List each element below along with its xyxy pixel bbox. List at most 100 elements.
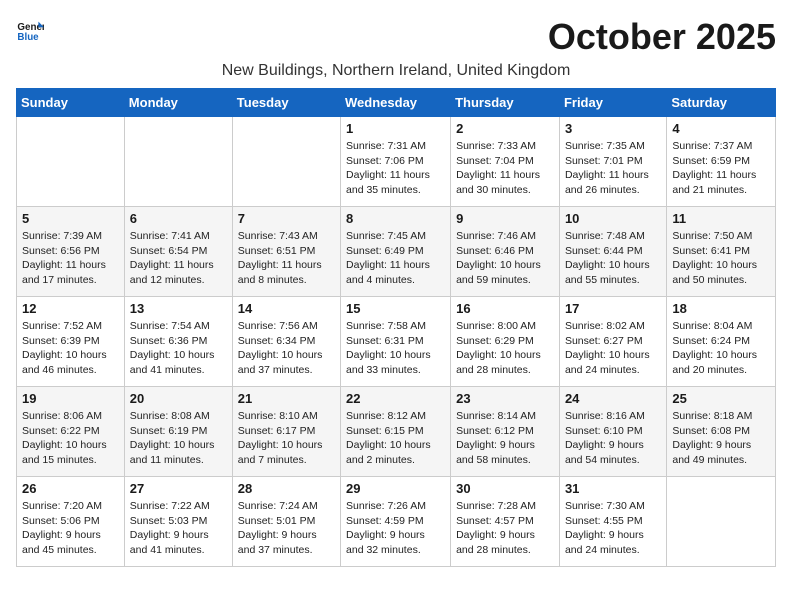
day-detail: Sunrise: 7:24 AMSunset: 5:01 PMDaylight:…: [238, 499, 335, 558]
calendar-table: Sunday Monday Tuesday Wednesday Thursday…: [16, 88, 776, 567]
calendar-cell: 1 Sunrise: 7:31 AMSunset: 7:06 PMDaylight…: [341, 117, 451, 207]
day-detail: Sunrise: 7:45 AMSunset: 6:49 PMDaylight:…: [346, 229, 445, 288]
calendar-week-row: 19 Sunrise: 8:06 AMSunset: 6:22 PMDayligh…: [17, 387, 776, 477]
day-number: 4: [672, 121, 770, 136]
calendar-cell: 28Sunrise: 7:24 AMSunset: 5:01 PMDayligh…: [232, 477, 340, 567]
calendar-cell: 22Sunrise: 8:12 AMSunset: 6:15 PMDayligh…: [341, 387, 451, 477]
day-number: 19: [22, 391, 119, 406]
calendar-cell: 21Sunrise: 8:10 AMSunset: 6:17 PMDayligh…: [232, 387, 340, 477]
day-detail: Sunrise: 7:20 AMSunset: 5:06 PMDaylight:…: [22, 499, 119, 558]
calendar-week-row: 1 Sunrise: 7:31 AMSunset: 7:06 PMDaylight…: [17, 117, 776, 207]
day-detail: Sunrise: 8:06 AMSunset: 6:22 PMDaylight:…: [22, 409, 119, 468]
day-detail: Sunrise: 7:56 AMSunset: 6:34 PMDaylight:…: [238, 319, 335, 378]
day-detail: Sunrise: 7:46 AMSunset: 6:46 PMDaylight:…: [456, 229, 554, 288]
day-number: 2: [456, 121, 554, 136]
day-detail: Sunrise: 7:39 AMSunset: 6:56 PMDaylight:…: [22, 229, 119, 288]
day-number: 13: [130, 301, 227, 316]
day-number: 11: [672, 211, 770, 226]
location-title: New Buildings, Northern Ireland, United …: [16, 62, 776, 80]
day-detail: Sunrise: 8:04 AMSunset: 6:24 PMDaylight:…: [672, 319, 770, 378]
logo: General Blue: [16, 16, 44, 44]
day-number: 16: [456, 301, 554, 316]
calendar-cell: 26 Sunrise: 7:20 AMSunset: 5:06 PMDayligh…: [17, 477, 125, 567]
calendar-week-row: 26 Sunrise: 7:20 AMSunset: 5:06 PMDayligh…: [17, 477, 776, 567]
day-detail: Sunrise: 7:41 AMSunset: 6:54 PMDaylight:…: [130, 229, 227, 288]
day-number: 20: [130, 391, 227, 406]
header-saturday: Saturday: [667, 89, 776, 117]
day-number: 26: [22, 481, 119, 496]
day-detail: Sunrise: 7:33 AMSunset: 7:04 PMDaylight:…: [456, 139, 554, 198]
calendar-cell: 7 Sunrise: 7:43 AMSunset: 6:51 PMDaylight…: [232, 207, 340, 297]
day-detail: Sunrise: 8:16 AMSunset: 6:10 PMDaylight:…: [565, 409, 661, 468]
calendar-cell: 19 Sunrise: 8:06 AMSunset: 6:22 PMDayligh…: [17, 387, 125, 477]
month-title: October 2025: [548, 16, 776, 58]
calendar-cell: 8 Sunrise: 7:45 AMSunset: 6:49 PMDaylight…: [341, 207, 451, 297]
calendar-cell: [17, 117, 125, 207]
day-number: 1: [346, 121, 445, 136]
svg-text:Blue: Blue: [17, 32, 39, 43]
weekday-header-row: Sunday Monday Tuesday Wednesday Thursday…: [17, 89, 776, 117]
day-detail: Sunrise: 8:12 AMSunset: 6:15 PMDaylight:…: [346, 409, 445, 468]
day-number: 30: [456, 481, 554, 496]
header-tuesday: Tuesday: [232, 89, 340, 117]
calendar-cell: 13 Sunrise: 7:54 AMSunset: 6:36 PMDayligh…: [124, 297, 232, 387]
calendar-cell: 23 Sunrise: 8:14 AMSunset: 6:12 PMDayligh…: [451, 387, 560, 477]
logo-icon: General Blue: [16, 16, 44, 44]
calendar-week-row: 12 Sunrise: 7:52 AMSunset: 6:39 PMDayligh…: [17, 297, 776, 387]
day-number: 5: [22, 211, 119, 226]
calendar-week-row: 5 Sunrise: 7:39 AMSunset: 6:56 PMDaylight…: [17, 207, 776, 297]
day-number: 3: [565, 121, 661, 136]
day-number: 23: [456, 391, 554, 406]
calendar-cell: 15 Sunrise: 7:58 AMSunset: 6:31 PMDayligh…: [341, 297, 451, 387]
day-detail: Sunrise: 7:52 AMSunset: 6:39 PMDaylight:…: [22, 319, 119, 378]
calendar-cell: [667, 477, 776, 567]
day-detail: Sunrise: 7:35 AMSunset: 7:01 PMDaylight:…: [565, 139, 661, 198]
calendar-cell: [232, 117, 340, 207]
calendar-cell: 10 Sunrise: 7:48 AMSunset: 6:44 PMDayligh…: [559, 207, 666, 297]
day-number: 7: [238, 211, 335, 226]
header-friday: Friday: [559, 89, 666, 117]
day-detail: Sunrise: 8:00 AMSunset: 6:29 PMDaylight:…: [456, 319, 554, 378]
calendar-cell: 17Sunrise: 8:02 AMSunset: 6:27 PMDayligh…: [559, 297, 666, 387]
day-detail: Sunrise: 7:22 AMSunset: 5:03 PMDaylight:…: [130, 499, 227, 558]
day-detail: Sunrise: 7:37 AMSunset: 6:59 PMDaylight:…: [672, 139, 770, 198]
calendar-cell: 16 Sunrise: 8:00 AMSunset: 6:29 PMDayligh…: [451, 297, 560, 387]
day-number: 27: [130, 481, 227, 496]
calendar-cell: 5 Sunrise: 7:39 AMSunset: 6:56 PMDaylight…: [17, 207, 125, 297]
day-number: 12: [22, 301, 119, 316]
day-number: 18: [672, 301, 770, 316]
header-monday: Monday: [124, 89, 232, 117]
day-detail: Sunrise: 7:48 AMSunset: 6:44 PMDaylight:…: [565, 229, 661, 288]
calendar-cell: 6Sunrise: 7:41 AMSunset: 6:54 PMDaylight…: [124, 207, 232, 297]
day-number: 9: [456, 211, 554, 226]
day-detail: Sunrise: 7:50 AMSunset: 6:41 PMDaylight:…: [672, 229, 770, 288]
calendar-cell: 2 Sunrise: 7:33 AMSunset: 7:04 PMDaylight…: [451, 117, 560, 207]
day-number: 10: [565, 211, 661, 226]
day-number: 14: [238, 301, 335, 316]
header-sunday: Sunday: [17, 89, 125, 117]
day-detail: Sunrise: 7:54 AMSunset: 6:36 PMDaylight:…: [130, 319, 227, 378]
day-number: 24: [565, 391, 661, 406]
day-detail: Sunrise: 7:26 AMSunset: 4:59 PMDaylight:…: [346, 499, 445, 558]
page-header: General Blue October 2025: [16, 16, 776, 58]
day-number: 15: [346, 301, 445, 316]
calendar-cell: 20Sunrise: 8:08 AMSunset: 6:19 PMDayligh…: [124, 387, 232, 477]
day-detail: Sunrise: 7:31 AMSunset: 7:06 PMDaylight:…: [346, 139, 445, 198]
calendar-cell: 3 Sunrise: 7:35 AMSunset: 7:01 PMDaylight…: [559, 117, 666, 207]
calendar-cell: 29 Sunrise: 7:26 AMSunset: 4:59 PMDayligh…: [341, 477, 451, 567]
day-detail: Sunrise: 8:02 AMSunset: 6:27 PMDaylight:…: [565, 319, 661, 378]
calendar-cell: 27 Sunrise: 7:22 AMSunset: 5:03 PMDayligh…: [124, 477, 232, 567]
day-detail: Sunrise: 8:14 AMSunset: 6:12 PMDaylight:…: [456, 409, 554, 468]
day-detail: Sunrise: 8:18 AMSunset: 6:08 PMDaylight:…: [672, 409, 770, 468]
calendar-cell: [124, 117, 232, 207]
day-detail: Sunrise: 7:43 AMSunset: 6:51 PMDaylight:…: [238, 229, 335, 288]
day-number: 8: [346, 211, 445, 226]
calendar-cell: 11 Sunrise: 7:50 AMSunset: 6:41 PMDayligh…: [667, 207, 776, 297]
day-detail: Sunrise: 7:30 AMSunset: 4:55 PMDaylight:…: [565, 499, 661, 558]
calendar-cell: 24 Sunrise: 8:16 AMSunset: 6:10 PMDayligh…: [559, 387, 666, 477]
calendar-cell: 18 Sunrise: 8:04 AMSunset: 6:24 PMDayligh…: [667, 297, 776, 387]
header-wednesday: Wednesday: [341, 89, 451, 117]
day-number: 29: [346, 481, 445, 496]
calendar-cell: 12 Sunrise: 7:52 AMSunset: 6:39 PMDayligh…: [17, 297, 125, 387]
day-detail: Sunrise: 7:58 AMSunset: 6:31 PMDaylight:…: [346, 319, 445, 378]
